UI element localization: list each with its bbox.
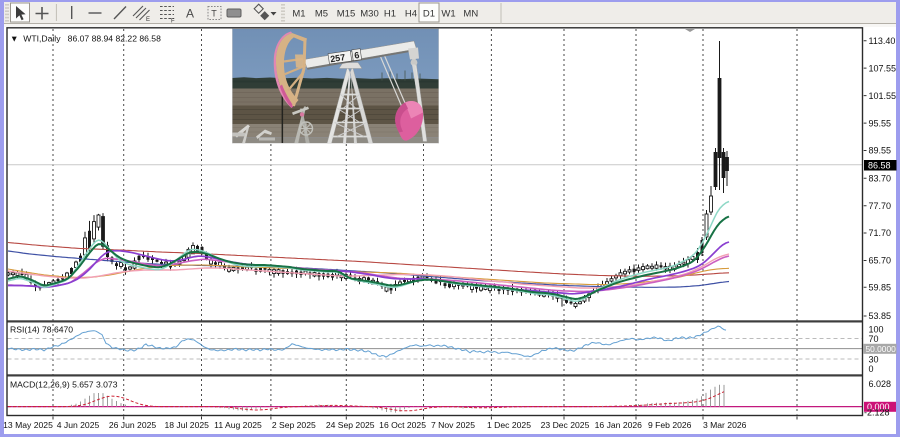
svg-text:▼ WTI,Daily 86.07 88.94 82.: ▼ WTI,Daily 86.07 88.94 82.22 86.58 (10, 34, 161, 44)
svg-text:H4: H4 (405, 9, 417, 20)
svg-text:T: T (211, 9, 217, 19)
svg-text:A: A (186, 7, 194, 21)
svg-text:23 Dec 2025: 23 Dec 2025 (541, 420, 590, 430)
svg-text:50.0000: 50.0000 (866, 344, 897, 354)
svg-text:100: 100 (869, 325, 884, 335)
svg-text:11 Aug 2025: 11 Aug 2025 (214, 420, 262, 430)
svg-text:83.70: 83.70 (869, 174, 892, 184)
svg-text:9 Feb 2026: 9 Feb 2026 (648, 420, 692, 430)
svg-text:M15: M15 (337, 9, 355, 20)
svg-text:W1: W1 (441, 9, 455, 20)
svg-text:257: 257 (330, 52, 346, 64)
svg-text:30: 30 (869, 355, 879, 365)
svg-text:MACD(12,26,9) 5.657 3.073: MACD(12,26,9) 5.657 3.073 (10, 380, 118, 390)
svg-text:-2.128: -2.128 (864, 407, 890, 417)
svg-text:18 Jul 2025: 18 Jul 2025 (164, 420, 209, 430)
svg-text:H1: H1 (384, 9, 396, 20)
svg-text:53.85: 53.85 (869, 311, 892, 321)
svg-text:101.55: 101.55 (869, 91, 897, 101)
svg-text:16 Jan 2026: 16 Jan 2026 (595, 420, 643, 430)
svg-text:107.55: 107.55 (869, 63, 897, 73)
svg-text:RSI(14) 78.6470: RSI(14) 78.6470 (10, 325, 73, 335)
svg-text:24 Sep 2025: 24 Sep 2025 (326, 420, 375, 430)
svg-text:65.70: 65.70 (869, 256, 892, 266)
svg-text:E: E (146, 17, 150, 23)
svg-text:59.85: 59.85 (869, 282, 892, 292)
svg-text:3 Mar 2026: 3 Mar 2026 (703, 420, 747, 430)
svg-text:M1: M1 (292, 9, 305, 20)
svg-text:D1: D1 (423, 9, 435, 20)
svg-text:7 Nov 2025: 7 Nov 2025 (431, 420, 475, 430)
svg-text:F: F (171, 19, 175, 25)
svg-text:M30: M30 (360, 9, 378, 20)
svg-text:71.70: 71.70 (869, 228, 892, 238)
svg-text:13 May 2025: 13 May 2025 (3, 420, 53, 430)
svg-text:M5: M5 (315, 9, 328, 20)
svg-text:95.55: 95.55 (869, 118, 892, 128)
svg-text:77.70: 77.70 (869, 201, 892, 211)
svg-text:26 Jun 2025: 26 Jun 2025 (109, 420, 157, 430)
svg-text:0: 0 (869, 364, 874, 374)
svg-text:1 Dec 2025: 1 Dec 2025 (487, 420, 531, 430)
svg-text:4 Jun 2025: 4 Jun 2025 (57, 420, 100, 430)
svg-text:113.40: 113.40 (869, 36, 896, 46)
svg-text:16 Oct 2025: 16 Oct 2025 (379, 420, 426, 430)
svg-text:70: 70 (869, 334, 879, 344)
svg-text:MN: MN (463, 9, 478, 20)
svg-text:6.028: 6.028 (869, 379, 892, 389)
svg-text:86.58: 86.58 (868, 161, 891, 171)
svg-text:2 Sep 2025: 2 Sep 2025 (272, 420, 316, 430)
svg-text:89.55: 89.55 (869, 146, 892, 156)
